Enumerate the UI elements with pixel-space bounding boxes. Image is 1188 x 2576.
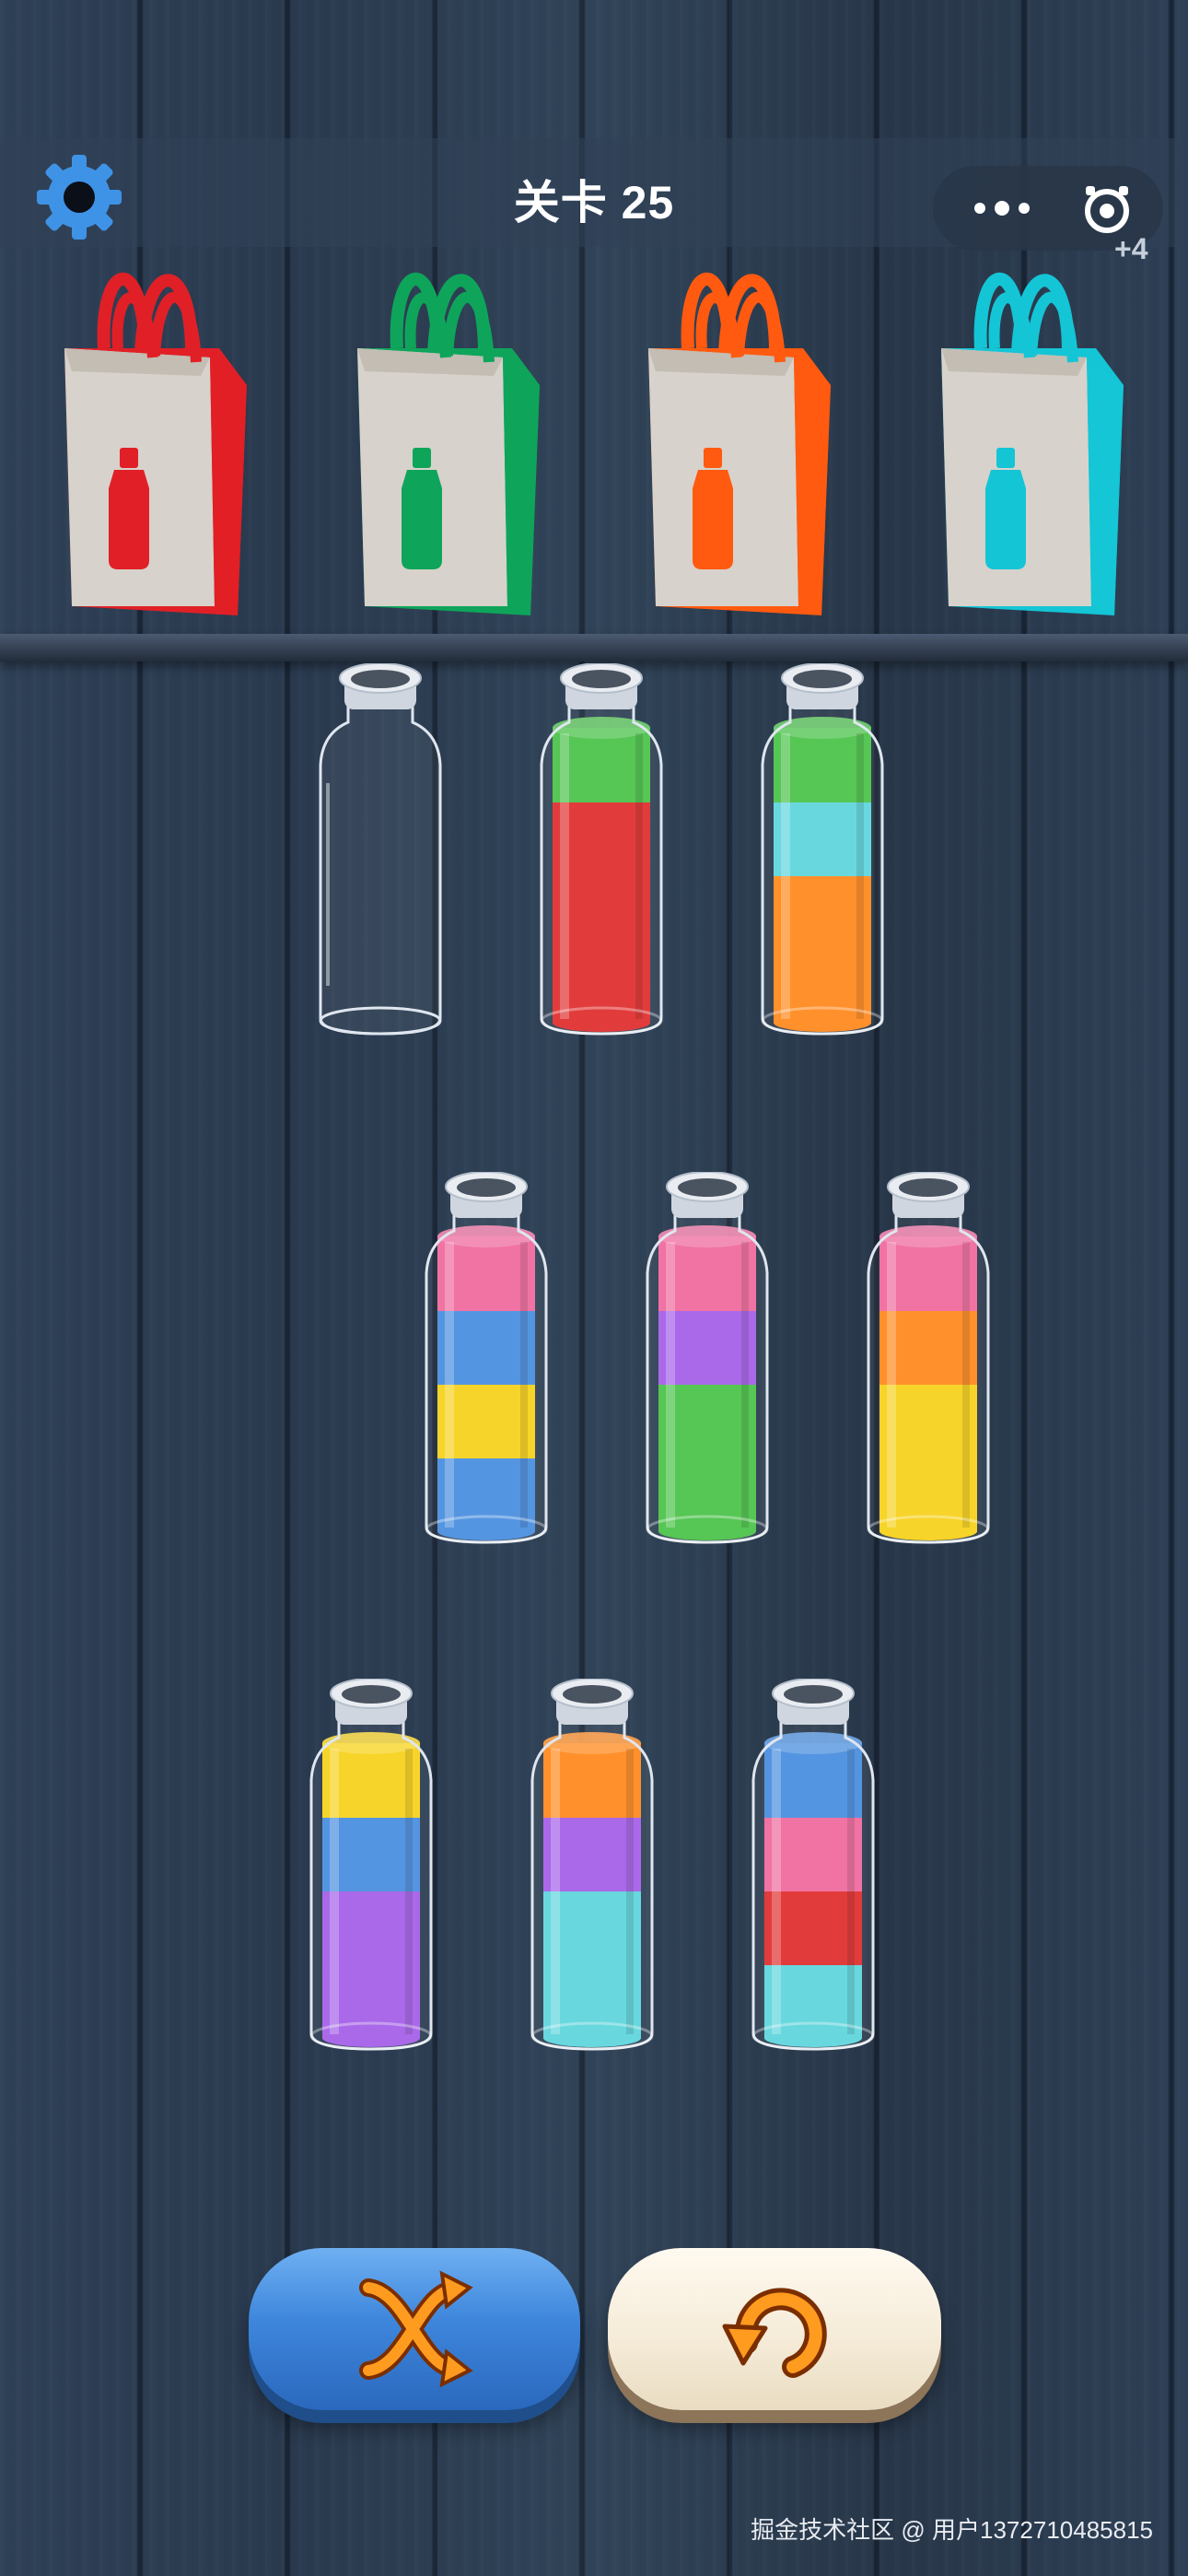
shuffle-button[interactable] xyxy=(249,2248,580,2410)
bottle-5[interactable] xyxy=(638,1171,776,1544)
bottle-7[interactable] xyxy=(302,1678,440,2051)
bottle-3[interactable] xyxy=(753,662,891,1036)
target-close-icon[interactable] xyxy=(1080,182,1134,236)
bag-red xyxy=(53,247,256,625)
undo-button[interactable] xyxy=(608,2248,941,2410)
bottle-9[interactable] xyxy=(744,1678,882,2051)
shelf xyxy=(0,634,1188,662)
bottle-2[interactable] xyxy=(532,662,670,1036)
more-dots-icon[interactable] xyxy=(961,181,1043,236)
bottle-1[interactable] xyxy=(311,662,449,1036)
bag-cyan xyxy=(930,247,1133,625)
shuffle-icon xyxy=(359,2270,473,2388)
bottle-6[interactable] xyxy=(859,1171,997,1544)
watermark: 掘金技术社区 @ 用户1372710485815 xyxy=(751,2516,1153,2544)
undo-icon xyxy=(722,2288,827,2378)
bag-orange xyxy=(637,247,840,625)
bag-green xyxy=(346,247,549,625)
bottle-4[interactable] xyxy=(417,1171,555,1544)
bottle-8[interactable] xyxy=(523,1678,661,2051)
